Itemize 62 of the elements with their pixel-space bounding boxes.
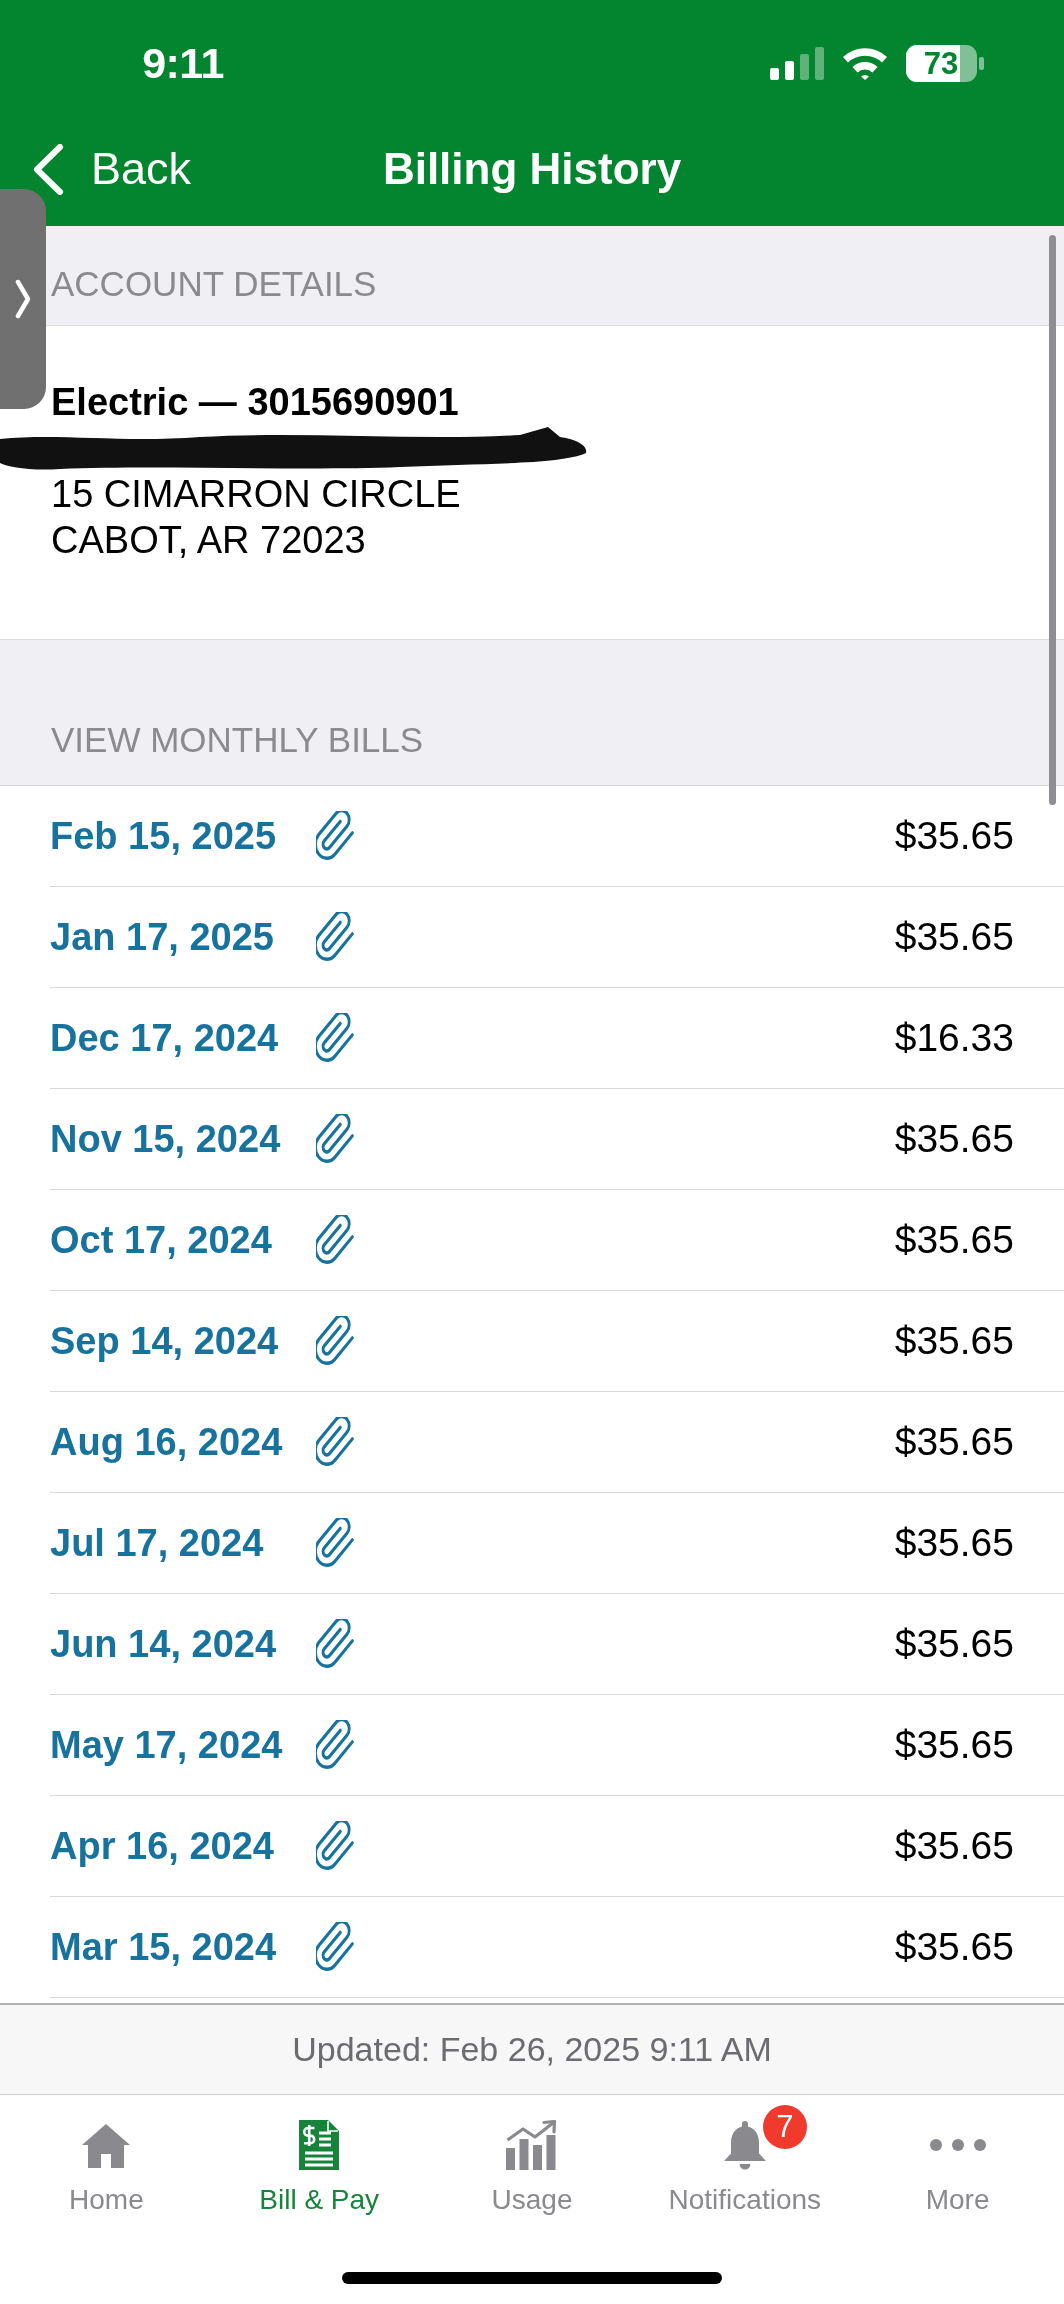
bill-amount: $35.65 (894, 1218, 1014, 1262)
bill-date-link[interactable]: Dec 17, 2024 (50, 1016, 279, 1059)
wifi-icon (842, 46, 888, 80)
account-number: Electric — 3015690901 (51, 380, 459, 425)
bill-amount: $35.65 (894, 1521, 1014, 1565)
notification-badge: 7 (762, 2105, 807, 2149)
bill-amount: $16.33 (894, 1016, 1014, 1060)
paperclip-icon[interactable] (316, 1013, 354, 1063)
bill-date-link[interactable]: Nov 15, 2024 (50, 1117, 281, 1160)
bill-date-link[interactable]: May 17, 2024 (50, 1723, 283, 1766)
bar-chart-icon (506, 2120, 558, 2170)
battery-indicator: 73 (906, 44, 984, 82)
paperclip-icon[interactable] (316, 1215, 354, 1265)
bill-date-link[interactable]: Oct 17, 2024 (50, 1218, 272, 1261)
bill-date-link[interactable]: Apr 16, 2024 (50, 1824, 274, 1867)
paperclip-icon[interactable] (316, 1114, 354, 1164)
bill-amount: $35.65 (894, 1824, 1014, 1868)
paperclip-icon[interactable] (316, 912, 354, 962)
paperclip-icon[interactable] (316, 1922, 354, 1972)
address-line: 15 CIMARRON CIRCLE (51, 472, 461, 517)
paperclip-icon[interactable] (316, 1821, 354, 1871)
chevron-right-icon (15, 279, 31, 319)
address-line: CABOT, AR 72023 (51, 518, 366, 563)
section-title: VIEW MONTHLY BILLS (51, 720, 424, 759)
signal-icon (770, 46, 824, 80)
bill-date-link[interactable]: Jun 14, 2024 (50, 1622, 277, 1665)
house-icon (81, 2122, 132, 2168)
back-button[interactable]: Back (32, 143, 192, 195)
bill-amount: $35.65 (894, 1319, 1014, 1363)
screen-title: Billing History (382, 144, 682, 194)
bill-date-link[interactable]: Sep 14, 2024 (50, 1319, 279, 1362)
side-drawer-handle[interactable] (0, 189, 46, 409)
paperclip-icon[interactable] (316, 1720, 354, 1770)
more-tab[interactable]: More (925, 2103, 990, 2216)
bill-amount: $35.65 (894, 915, 1014, 959)
back-chevron-icon (32, 143, 64, 195)
bill-date-link[interactable]: Feb 15, 2025 (50, 814, 277, 857)
bill-amount: $35.65 (894, 1723, 1014, 1767)
bill-document-icon (299, 2120, 340, 2170)
bill-date-link[interactable]: Jan 17, 2025 (50, 915, 274, 958)
bell-icon (722, 2120, 767, 2170)
bill-amount: $35.65 (894, 1622, 1014, 1666)
notifications-tab[interactable]: 7 Notifications (668, 2103, 822, 2216)
updated-timestamp: Updated: Feb 26, 2025 9:11 AM (292, 2030, 772, 2069)
status-time: 9:11 (142, 41, 224, 85)
bill-date-link[interactable]: Mar 15, 2024 (50, 1925, 277, 1968)
bill-amount: $35.65 (894, 1420, 1014, 1464)
usage-tab[interactable]: Usage (491, 2103, 573, 2216)
bill-pay-tab[interactable]: Bill & Pay (259, 2103, 380, 2216)
paperclip-icon[interactable] (316, 1316, 354, 1366)
paperclip-icon[interactable] (316, 811, 354, 861)
more-dots-icon (929, 2139, 986, 2151)
bill-amount: $35.65 (894, 814, 1014, 858)
paperclip-icon[interactable] (316, 1417, 354, 1467)
section-title: ACCOUNT DETAILS (51, 264, 377, 303)
bill-date-link[interactable]: Jul 17, 2024 (50, 1521, 264, 1564)
paperclip-icon[interactable] (316, 1619, 354, 1669)
bill-amount: $35.65 (894, 1117, 1014, 1161)
paperclip-icon[interactable] (316, 1518, 354, 1568)
bill-date-link[interactable]: Aug 16, 2024 (50, 1420, 283, 1463)
home-tab[interactable]: Home (69, 2103, 144, 2216)
bill-amount: $35.65 (894, 1925, 1014, 1969)
